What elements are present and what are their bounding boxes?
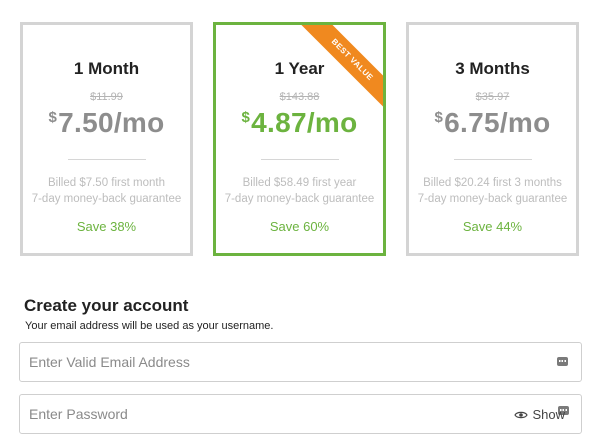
- plan-billing-note: Billed $58.49 first year: [242, 177, 357, 189]
- plan-price-value: 4.87/mo: [251, 107, 358, 138]
- plan-price: $6.75/mo: [409, 107, 576, 139]
- plan-price: $7.50/mo: [23, 107, 190, 139]
- plan-card-1-month[interactable]: 1 Month $11.99 $7.50/mo Billed $7.50 fir…: [20, 22, 193, 256]
- plan-original-price: $11.99: [90, 91, 123, 103]
- show-password-label: Show: [532, 407, 565, 422]
- plan-price-value: 6.75/mo: [444, 107, 551, 138]
- plan-billing-note: Billed $20.24 first 3 months: [423, 177, 562, 189]
- plan-card-1-year[interactable]: BEST VALUE 1 Year $143.88 $4.87/mo Bille…: [213, 22, 386, 256]
- password-field-wrapper: Show: [19, 394, 582, 434]
- plan-billing-note: Billed $7.50 first month: [48, 177, 165, 189]
- eye-icon: [514, 411, 529, 418]
- currency-symbol: $: [48, 109, 58, 126]
- currency-symbol: $: [241, 109, 251, 126]
- plan-guarantee-note: 7-day money-back guarantee: [31, 193, 182, 205]
- email-field-wrapper: [19, 342, 582, 382]
- plan-name: 1 Month: [73, 59, 140, 78]
- plan-divider: [68, 159, 146, 160]
- show-password-toggle[interactable]: Show: [514, 407, 565, 422]
- plan-guarantee-note: 7-day money-back guarantee: [417, 193, 568, 205]
- plan-price-value: 7.50/mo: [58, 107, 165, 138]
- plan-card-3-months[interactable]: 3 Months $35.97 $6.75/mo Billed $20.24 f…: [406, 22, 579, 256]
- username-note: Your email address will be used as your …: [25, 320, 274, 332]
- plan-original-price: $143.88: [279, 91, 320, 103]
- plan-savings: Save 60%: [269, 219, 330, 234]
- currency-symbol: $: [434, 109, 444, 126]
- password-manager-key-icon[interactable]: [557, 357, 568, 366]
- plan-savings: Save 38%: [76, 219, 137, 234]
- plan-savings: Save 44%: [462, 219, 523, 234]
- plan-name: 3 Months: [455, 59, 530, 78]
- create-account-heading: Create your account: [24, 296, 189, 315]
- plan-divider: [261, 159, 339, 160]
- plan-original-price: $35.97: [475, 91, 510, 103]
- email-field[interactable]: [20, 343, 581, 381]
- plan-selector: 1 Month $11.99 $7.50/mo Billed $7.50 fir…: [0, 0, 600, 270]
- plan-divider: [454, 159, 532, 160]
- plan-name: 1 Year: [274, 59, 325, 78]
- plan-price: $4.87/mo: [216, 107, 383, 139]
- password-field[interactable]: [20, 395, 581, 433]
- plan-guarantee-note: 7-day money-back guarantee: [224, 193, 375, 205]
